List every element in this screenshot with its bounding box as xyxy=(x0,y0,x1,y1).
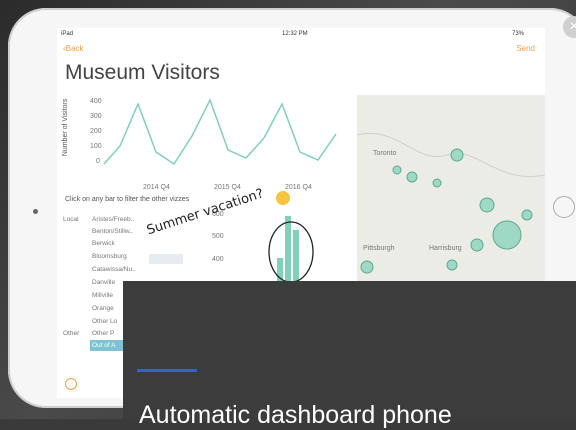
map-label: Harrisburg xyxy=(429,245,462,252)
filter-hint: Click on any bar to filter the other viz… xyxy=(65,196,190,203)
list-item[interactable]: Other Lo xyxy=(92,318,117,325)
mini-bar xyxy=(293,230,299,288)
map-point xyxy=(492,220,522,250)
list-item[interactable]: Benton/Stillw.. xyxy=(92,228,133,235)
send-button[interactable]: Send xyxy=(516,44,535,53)
line-chart-ylabel: Number of Visitors xyxy=(62,98,70,157)
map-point xyxy=(360,260,374,274)
caption-overlay: Automatic dashboard phone xyxy=(123,281,576,429)
annotation-text: Summer vacation? xyxy=(145,186,266,239)
overlay-caption: Automatic dashboard phone xyxy=(139,401,452,429)
map-label: Toronto xyxy=(373,150,397,157)
home-button[interactable] xyxy=(553,196,575,218)
map-point xyxy=(521,209,533,221)
ytick: 100 xyxy=(90,143,102,150)
xtick: 2015 Q4 xyxy=(214,184,241,191)
visitors-line-chart[interactable] xyxy=(102,94,352,180)
list-item[interactable]: Berwick xyxy=(92,240,115,247)
overlay-accent-line xyxy=(137,369,197,372)
map-point xyxy=(432,178,442,188)
bar-highlight xyxy=(149,254,183,264)
ytick: 500 xyxy=(212,233,224,240)
list-item[interactable]: Catawissa/Nu.. xyxy=(92,266,136,273)
camera-dot xyxy=(33,209,38,214)
map-point xyxy=(446,259,458,271)
mini-bar xyxy=(285,216,291,288)
group-label-other: Other xyxy=(63,330,80,337)
ytick: 400 xyxy=(90,98,102,105)
map-point xyxy=(450,148,464,162)
map-points xyxy=(356,132,545,274)
status-time: 12:32 PM xyxy=(282,31,308,37)
xtick: 2014 Q4 xyxy=(143,184,170,191)
xtick: 2016 Q4 xyxy=(285,184,312,191)
map-point xyxy=(392,165,402,175)
selected-bar-label: Out of A xyxy=(92,342,116,349)
ytick: 200 xyxy=(90,128,102,135)
list-item[interactable]: Millville xyxy=(92,292,113,299)
ytick: 400 xyxy=(212,256,224,263)
list-item[interactable]: Other P xyxy=(92,330,114,337)
page-title: Museum Visitors xyxy=(65,61,220,84)
map-point xyxy=(479,197,495,213)
back-button[interactable]: ‹Back xyxy=(63,44,83,53)
status-device: iPad xyxy=(61,31,74,37)
map-point xyxy=(470,238,484,252)
map-label: Pittsburgh xyxy=(363,245,395,252)
ytick: 300 xyxy=(90,113,102,120)
group-label-local: Local xyxy=(63,216,79,223)
back-label: Back xyxy=(65,44,84,53)
status-battery: 73% xyxy=(512,31,525,37)
map-point xyxy=(406,171,418,183)
map-view[interactable]: Toronto Pittsburgh Harrisburg xyxy=(356,95,545,285)
list-item[interactable]: Bloomsburg xyxy=(92,253,127,260)
visitors-series-line xyxy=(103,98,337,166)
list-item[interactable]: Danville xyxy=(92,279,115,286)
ytick: 0 xyxy=(96,158,100,165)
list-item[interactable]: Aristes/Freeb.. xyxy=(92,216,134,223)
mini-bar-chart[interactable] xyxy=(257,208,327,288)
undo-icon[interactable] xyxy=(65,378,77,390)
thinking-emoji-icon xyxy=(276,191,290,205)
list-item[interactable]: Orange xyxy=(92,305,114,312)
